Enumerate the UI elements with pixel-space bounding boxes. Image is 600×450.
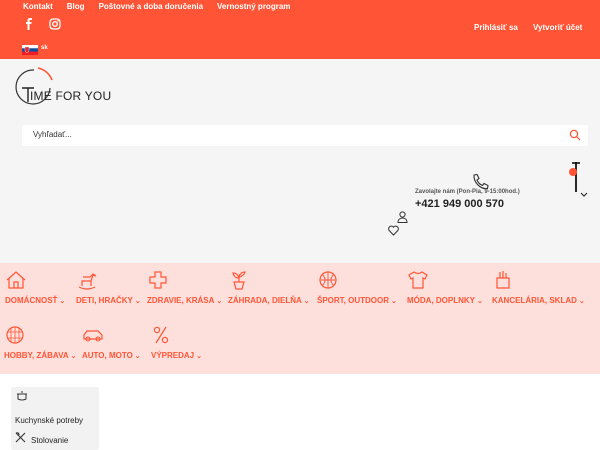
- social-links: [23, 17, 61, 30]
- category-label: ŠPORT, OUTDOOR: [317, 296, 397, 305]
- dropdown-item-tableware[interactable]: Stolovanie: [31, 436, 68, 445]
- category-item-deti[interactable]: DETI, HRAČKY: [76, 270, 141, 305]
- category-item-moda[interactable]: MÓDA, DOPLNKY: [407, 270, 483, 305]
- category-label: MÓDA, DOPLNKY: [407, 296, 483, 305]
- house-icon: [6, 271, 26, 289]
- category-label: KANCELÁRIA, SKLAD: [492, 296, 585, 305]
- category-menu: DOMÁCNOSŤ DETI, HRAČKY ZDRAVIE, KRÁSA ZÁ…: [0, 263, 600, 374]
- category-label: ZDRAVIE, KRÁSA: [147, 296, 222, 305]
- tshirt-icon: [408, 271, 428, 289]
- plant-icon: [232, 271, 246, 290]
- category-label: DETI, HRAČKY: [76, 296, 141, 305]
- category-item-sport[interactable]: ŠPORT, OUTDOOR: [317, 270, 397, 305]
- call-label: Zavolajte nám (Pon-Pia, 9-15:00hod.): [415, 189, 520, 195]
- ball-icon: [319, 271, 337, 289]
- loyalty-link[interactable]: Vernostný program: [217, 2, 290, 11]
- search-bar[interactable]: Vyhľadať...: [22, 125, 588, 146]
- search-input[interactable]: Vyhľadať...: [33, 130, 72, 139]
- category-item-zahrada[interactable]: ZÁHRADA, DIELŇA: [228, 270, 310, 305]
- top-links: Kontakt Blog Poštovné a doba doručenia V…: [23, 2, 304, 11]
- category-item-vypredaj[interactable]: VÝPREDAJ: [151, 325, 202, 360]
- language-code[interactable]: sk: [41, 45, 48, 51]
- category-item-zdravie[interactable]: ZDRAVIE, KRÁSA: [147, 270, 222, 305]
- search-icon[interactable]: [569, 129, 581, 141]
- dropdown-item-kitchen[interactable]: Kuchynské potreby: [15, 416, 83, 425]
- chevron-down-icon[interactable]: [580, 192, 588, 198]
- blog-link[interactable]: Blog: [67, 2, 85, 11]
- category-item-kancelaria[interactable]: KANCELÁRIA, SKLAD: [492, 270, 585, 305]
- top-bar: Kontakt Blog Poštovné a doba doručenia V…: [0, 0, 600, 59]
- disco-ball-icon: [6, 326, 24, 344]
- contact-link[interactable]: Kontakt: [23, 2, 53, 11]
- logo-text: IME FOR YOU: [30, 89, 112, 103]
- phone-number[interactable]: +421 949 000 570: [415, 198, 504, 210]
- category-label: VÝPREDAJ: [151, 351, 202, 360]
- cutlery-icon: [15, 432, 26, 443]
- facebook-icon[interactable]: [23, 17, 35, 30]
- shipping-link[interactable]: Poštovné a doba doručenia: [99, 2, 203, 11]
- rocking-horse-icon: [78, 273, 97, 290]
- pot-icon: [17, 391, 27, 401]
- category-label: DOMÁCNOSŤ: [5, 296, 65, 305]
- category-label: HOBBY, ZÁBAVA: [4, 351, 76, 360]
- category-dropdown: Kuchynské potreby Stolovanie: [11, 387, 99, 450]
- login-link[interactable]: Prihlásiť sa: [474, 23, 518, 32]
- heart-icon[interactable]: [388, 225, 399, 236]
- category-item-auto[interactable]: AUTO, MOTO: [82, 325, 141, 360]
- cart-icon[interactable]: [567, 160, 583, 194]
- medical-cross-icon: [149, 271, 167, 289]
- category-label: AUTO, MOTO: [82, 351, 141, 360]
- car-icon: [83, 330, 103, 342]
- pencil-cup-icon: [496, 271, 510, 289]
- slovak-flag-icon[interactable]: [22, 45, 38, 55]
- category-label: ZÁHRADA, DIELŇA: [228, 296, 310, 305]
- category-item-domacnost[interactable]: DOMÁCNOSŤ: [5, 270, 65, 305]
- instagram-icon[interactable]: [49, 17, 61, 30]
- percent-icon: [153, 326, 169, 344]
- register-link[interactable]: Vytvoriť účet: [533, 23, 582, 32]
- category-item-hobby[interactable]: HOBBY, ZÁBAVA: [4, 325, 76, 360]
- user-icon[interactable]: [397, 211, 408, 223]
